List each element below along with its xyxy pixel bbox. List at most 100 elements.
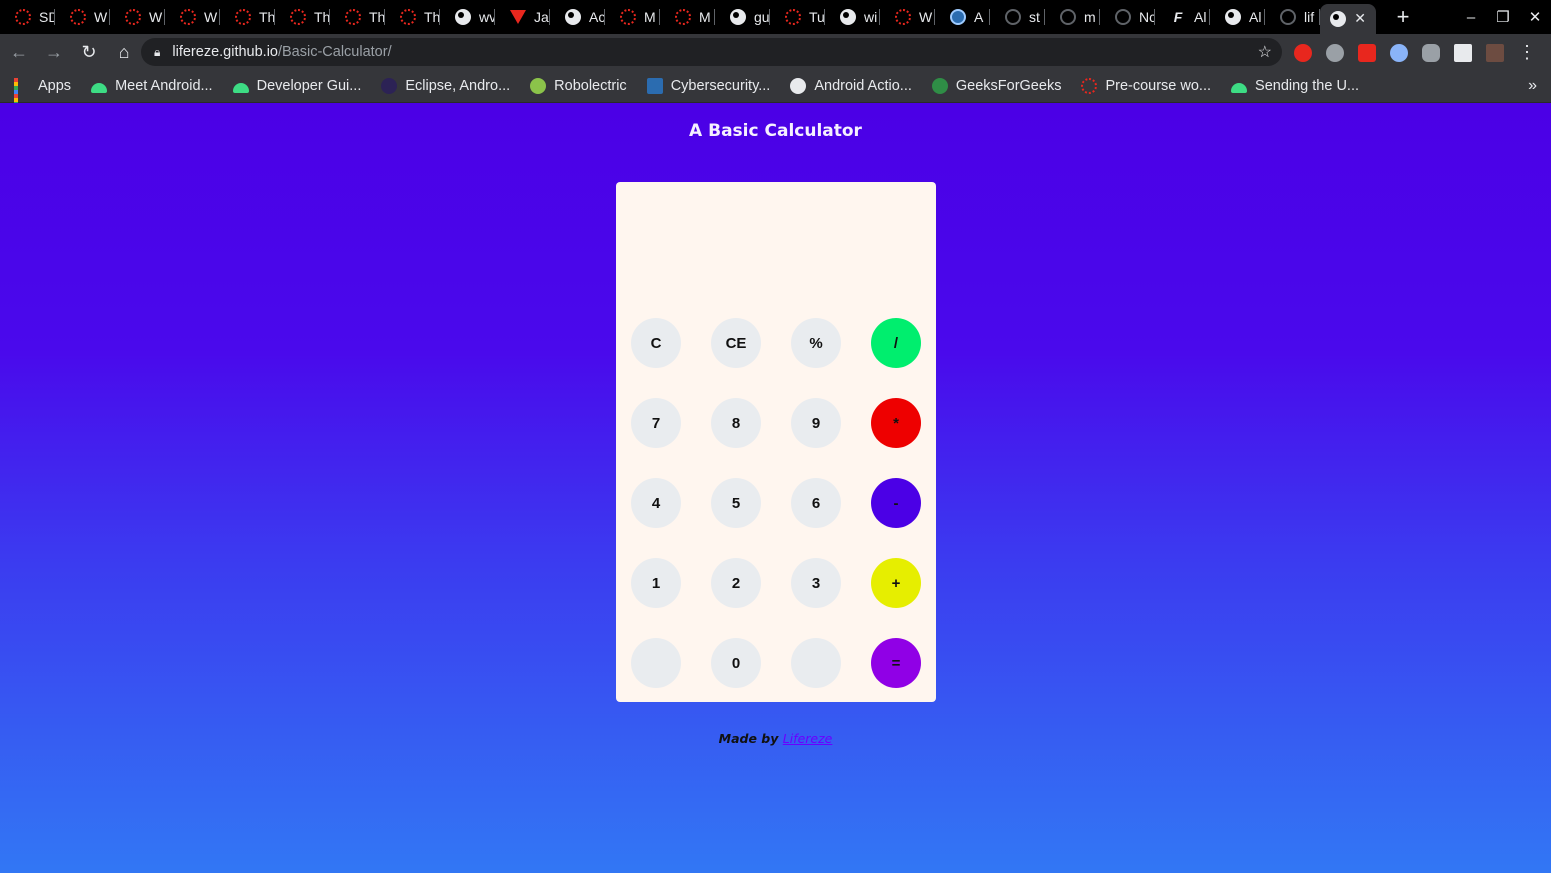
browser-tab[interactable]: Th bbox=[220, 0, 275, 34]
home-button[interactable]: ⌂ bbox=[108, 42, 140, 63]
globe-icon bbox=[455, 9, 471, 25]
subtract-button[interactable]: - bbox=[871, 478, 921, 528]
github-icon bbox=[1115, 9, 1131, 25]
minimize-button[interactable]: – bbox=[1455, 9, 1487, 26]
browser-tab[interactable]: Th bbox=[275, 0, 330, 34]
red-ring-icon bbox=[15, 9, 31, 25]
multiply-button[interactable]: * bbox=[871, 398, 921, 448]
menu-kebab-icon[interactable]: ⋮ bbox=[1518, 42, 1536, 63]
extensions-area: ⋮ bbox=[1294, 42, 1536, 63]
forward-button[interactable]: → bbox=[38, 42, 70, 63]
back-button[interactable]: ← bbox=[3, 42, 35, 63]
browser-tab[interactable]: W bbox=[165, 0, 220, 34]
author-link[interactable]: Lifereze bbox=[783, 731, 833, 746]
active-tab[interactable]: ✕ bbox=[1320, 4, 1376, 34]
browser-tab[interactable]: Nc bbox=[1100, 0, 1155, 34]
bookmark-label: Pre-course wo... bbox=[1105, 78, 1212, 94]
clear-entry-button[interactable]: CE bbox=[711, 318, 761, 368]
bookmark-label: Developer Gui... bbox=[256, 78, 362, 94]
red-ring-icon bbox=[235, 9, 251, 25]
digit-0-button[interactable]: 0 bbox=[711, 638, 761, 688]
bookmark-label: Android Actio... bbox=[814, 78, 912, 94]
browser-tab[interactable]: Th bbox=[385, 0, 440, 34]
clear-button[interactable]: C bbox=[631, 318, 681, 368]
bookmark-item[interactable]: Pre-course wo... bbox=[1081, 78, 1211, 94]
extension-save-icon[interactable] bbox=[1358, 43, 1376, 62]
bookmark-item[interactable]: Sending the U... bbox=[1231, 78, 1359, 94]
browser-tab[interactable]: m bbox=[1045, 0, 1100, 34]
browser-tab[interactable]: M bbox=[605, 0, 660, 34]
digit-7-button[interactable]: 7 bbox=[631, 398, 681, 448]
close-tab-icon[interactable]: ✕ bbox=[1354, 10, 1366, 27]
bookmark-item[interactable]: Developer Gui... bbox=[232, 78, 362, 94]
bookmark-star-icon[interactable]: ☆ bbox=[1258, 42, 1272, 62]
digit-6-button[interactable]: 6 bbox=[791, 478, 841, 528]
address-bar[interactable]: 🔒︎ lifereze.github.io/Basic-Calculator/ … bbox=[141, 38, 1282, 66]
browser-tab[interactable]: W bbox=[110, 0, 165, 34]
equals-button[interactable]: = bbox=[871, 638, 921, 688]
extension-sync-icon[interactable] bbox=[1294, 43, 1312, 62]
browser-tab[interactable]: W bbox=[880, 0, 935, 34]
new-tab-button[interactable]: + bbox=[1388, 4, 1418, 30]
digit-3-button[interactable]: 3 bbox=[791, 558, 841, 608]
robolectric-icon bbox=[530, 78, 547, 94]
browser-tab[interactable]: Ja bbox=[495, 0, 550, 34]
browser-tab[interactable]: wv bbox=[440, 0, 495, 34]
maximize-button[interactable]: ❐ bbox=[1487, 8, 1519, 26]
digit-2-button[interactable]: 2 bbox=[711, 558, 761, 608]
tab-label: M bbox=[644, 9, 656, 25]
tab-label: Al bbox=[1194, 9, 1207, 25]
browser-tab[interactable]: F Al bbox=[1155, 0, 1210, 34]
digit-8-button[interactable]: 8 bbox=[711, 398, 761, 448]
bookmarks-overflow-icon[interactable]: » bbox=[1528, 77, 1537, 95]
bookmark-item[interactable]: Android Actio... bbox=[790, 78, 912, 94]
bookmark-item[interactable]: Apps bbox=[14, 78, 71, 114]
digit-4-button[interactable]: 4 bbox=[631, 478, 681, 528]
extension-cloud-icon[interactable] bbox=[1422, 43, 1440, 62]
page-title: A Basic Calculator bbox=[689, 121, 862, 141]
blue-app-icon bbox=[950, 9, 966, 25]
tab-label: W bbox=[204, 9, 218, 25]
percent-button[interactable]: % bbox=[791, 318, 841, 368]
browser-tab[interactable]: SD bbox=[0, 0, 55, 34]
lock-icon[interactable]: 🔒︎ bbox=[154, 45, 160, 60]
browser-tab[interactable]: Th bbox=[330, 0, 385, 34]
extensions-puzzle-icon[interactable] bbox=[1454, 43, 1472, 62]
browser-tab[interactable]: Ac bbox=[550, 0, 605, 34]
browser-tab[interactable]: Al bbox=[1210, 0, 1265, 34]
tab-label: Nc bbox=[1139, 9, 1155, 25]
digit-9-button[interactable]: 9 bbox=[791, 398, 841, 448]
digit-5-button[interactable]: 5 bbox=[711, 478, 761, 528]
bookmark-item[interactable]: Robolectric bbox=[530, 78, 627, 94]
browser-tab[interactable]: wi bbox=[825, 0, 880, 34]
browser-tab[interactable]: A bbox=[935, 0, 990, 34]
digit-1-button[interactable]: 1 bbox=[631, 558, 681, 608]
profile-avatar[interactable] bbox=[1486, 43, 1504, 62]
extension-download-icon[interactable] bbox=[1326, 43, 1344, 62]
browser-tab[interactable]: M bbox=[660, 0, 715, 34]
tab-label: Th bbox=[314, 9, 330, 25]
close-window-button[interactable]: ✕ bbox=[1519, 8, 1551, 26]
url-host: lifereze.github.io bbox=[172, 44, 278, 60]
browser-tab[interactable]: gu bbox=[715, 0, 770, 34]
globe-icon bbox=[840, 9, 856, 25]
globe-icon bbox=[1330, 11, 1346, 27]
extension-circle-icon[interactable] bbox=[1390, 43, 1408, 62]
calculator-display bbox=[616, 182, 936, 312]
add-button[interactable]: + bbox=[871, 558, 921, 608]
globe-icon bbox=[565, 9, 581, 25]
browser-tab[interactable]: st bbox=[990, 0, 1045, 34]
browser-tab[interactable]: Tu bbox=[770, 0, 825, 34]
blank-key-left[interactable] bbox=[631, 638, 681, 688]
divide-button[interactable]: / bbox=[871, 318, 921, 368]
bookmark-item[interactable]: GeeksForGeeks bbox=[931, 78, 1061, 94]
bookmark-item[interactable]: Eclipse, Andro... bbox=[381, 78, 510, 94]
bookmark-item[interactable]: Cybersecurity... bbox=[646, 78, 770, 94]
bookmark-item[interactable]: Meet Android... bbox=[91, 78, 213, 94]
tab-label: Al bbox=[1249, 9, 1262, 25]
blank-key-right[interactable] bbox=[791, 638, 841, 688]
reload-button[interactable]: ↻ bbox=[73, 42, 105, 63]
browser-tab[interactable]: W bbox=[55, 0, 110, 34]
tab-label: Ac bbox=[589, 9, 605, 25]
browser-tab[interactable]: lif bbox=[1265, 0, 1320, 34]
